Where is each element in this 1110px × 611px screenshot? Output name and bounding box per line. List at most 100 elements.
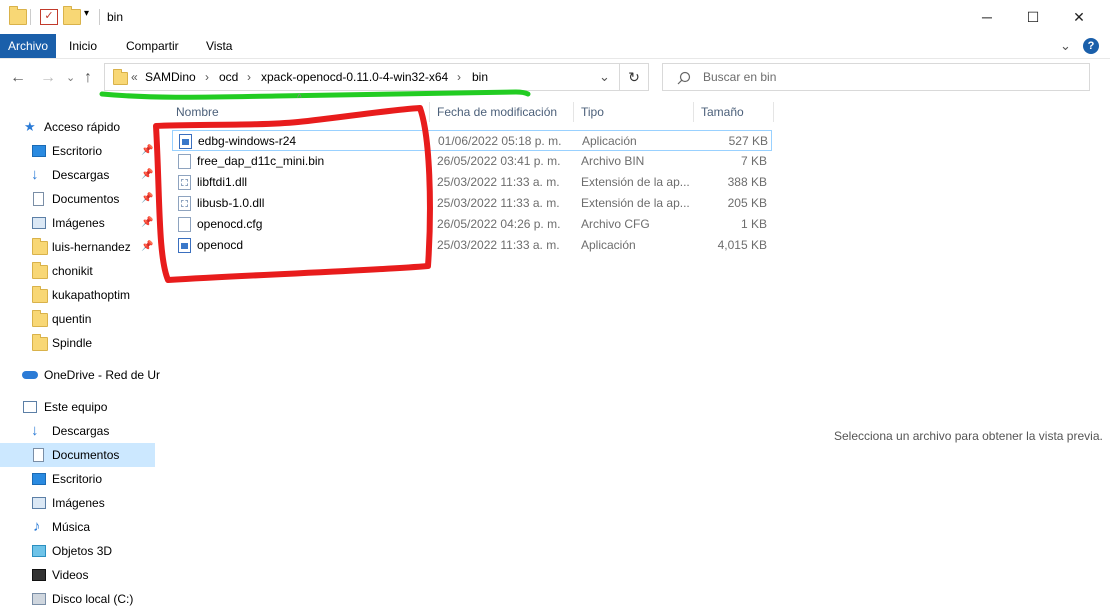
folder-icon — [32, 334, 48, 351]
folder-icon — [32, 286, 48, 303]
pin-icon[interactable]: 📌 — [141, 139, 153, 163]
address-dropdown-icon[interactable]: ⌄ — [599, 69, 610, 85]
minimize-button[interactable]: ─ — [964, 0, 1010, 34]
file-date: 25/03/2022 11:33 a. m. — [437, 238, 560, 252]
column-divider[interactable] — [693, 102, 694, 122]
sidebar-item-luis-hernandez[interactable]: luis-hernandez 📌 — [0, 235, 155, 259]
file-type: Aplicación — [581, 238, 636, 252]
pin-icon[interactable]: 📌 — [141, 235, 153, 259]
sidebar-item-label: Descargas — [52, 168, 110, 182]
sidebar-item-label: Documentos — [52, 192, 120, 206]
breadcrumb-separator: › — [247, 70, 251, 84]
sidebar-item-pc-descargas[interactable]: ↓ Descargas — [0, 419, 155, 443]
sidebar-item-label: Documentos — [52, 448, 120, 462]
column-divider[interactable] — [573, 102, 574, 122]
pin-icon[interactable]: 📌 — [141, 187, 153, 211]
ribbon: Archivo Inicio Compartir Vista ⌄ ? — [0, 34, 1110, 59]
properties-icon[interactable]: ✓ — [40, 9, 58, 25]
sidebar-item-pc-escritorio[interactable]: Escritorio — [0, 467, 155, 491]
up-button[interactable]: ↑ — [84, 69, 92, 87]
sidebar-item-label: Disco local (C:) — [52, 592, 134, 606]
file-size: 527 KB — [728, 134, 768, 148]
divider — [99, 9, 100, 25]
address-overflow-icon[interactable]: « — [131, 70, 138, 84]
cloud-icon — [22, 371, 38, 379]
file-size: 7 KB — [740, 154, 767, 168]
computer-icon — [23, 401, 37, 413]
forward-button[interactable]: → — [40, 69, 56, 87]
pin-icon[interactable]: 📌 — [141, 211, 153, 235]
sidebar-item-imagenes[interactable]: Imágenes 📌 — [0, 211, 155, 235]
maximize-button[interactable]: ☐ — [1010, 0, 1056, 34]
folder-icon — [32, 310, 48, 327]
file-date: 01/06/2022 05:18 p. m. — [438, 134, 562, 148]
videos-icon — [32, 569, 46, 581]
tab-inicio[interactable]: Inicio — [69, 34, 97, 58]
downloads-icon: ↓ — [31, 166, 39, 183]
pictures-icon — [32, 217, 46, 229]
sidebar-item-label: luis-hernandez — [52, 240, 131, 254]
close-button[interactable]: ✕ — [1056, 0, 1102, 34]
refresh-button[interactable]: ↻ — [620, 63, 649, 91]
sidebar-item-pc-objetos-3d[interactable]: Objetos 3D — [0, 539, 155, 563]
breadcrumb-samdino[interactable]: SAMDino — [145, 70, 196, 84]
sidebar-item-quick-access[interactable]: ★ Acceso rápido — [0, 115, 155, 139]
file-type: Archivo CFG — [581, 217, 650, 231]
pin-icon[interactable]: 📌 — [141, 163, 153, 187]
sidebar-item-label: kukapathoptim — [52, 288, 131, 302]
breadcrumb-separator: › — [457, 70, 461, 84]
sidebar-item-label: Música — [52, 520, 91, 534]
search-box[interactable]: Buscar en bin — [662, 63, 1090, 91]
sidebar-item-label: Objetos 3D — [52, 544, 113, 558]
sidebar-item-pc-documentos[interactable]: Documentos — [0, 443, 155, 467]
file-date: 26/05/2022 03:41 p. m. — [437, 154, 561, 168]
star-icon: ★ — [24, 119, 36, 134]
sidebar-item-pc-disco-local[interactable]: Disco local (C:) — [0, 587, 155, 611]
column-divider[interactable] — [773, 102, 774, 122]
column-header-type[interactable]: Tipo — [581, 100, 604, 124]
expand-ribbon-icon[interactable]: ⌄ — [1060, 34, 1071, 58]
sidebar-item-label: Acceso rápido — [44, 120, 121, 134]
breadcrumb-ocd[interactable]: ocd — [219, 70, 238, 84]
tab-vista[interactable]: Vista — [206, 34, 232, 58]
sidebar-item-chonikit[interactable]: chonikit — [0, 259, 155, 283]
file-date: 26/05/2022 04:26 p. m. — [437, 217, 561, 231]
folder-icon[interactable] — [9, 6, 27, 25]
sidebar-item-documentos[interactable]: Documentos 📌 — [0, 187, 155, 211]
file-size: 388 KB — [727, 175, 767, 189]
file-type: Archivo BIN — [581, 154, 645, 168]
sidebar-item-onedrive[interactable]: OneDrive - Red de Ur — [0, 363, 160, 387]
column-header-date[interactable]: Fecha de modificación — [437, 100, 557, 124]
sidebar-item-este-equipo[interactable]: Este equipo — [0, 395, 155, 419]
recent-locations-button[interactable]: ⌄ — [66, 71, 75, 84]
help-icon[interactable]: ? — [1083, 38, 1099, 54]
pictures-icon — [32, 497, 46, 509]
sidebar-item-spindle[interactable]: Spindle — [0, 331, 155, 355]
sidebar-item-quentin[interactable]: quentin — [0, 307, 155, 331]
breadcrumb-separator: › — [205, 70, 209, 84]
sidebar-item-label: Escritorio — [52, 472, 103, 486]
desktop-icon — [32, 145, 46, 157]
sidebar-item-escritorio[interactable]: Escritorio 📌 — [0, 139, 155, 163]
sidebar-item-label: Imágenes — [52, 496, 105, 510]
3d-objects-icon — [32, 545, 46, 557]
column-header-size[interactable]: Tamaño — [701, 100, 744, 124]
back-button[interactable]: ← — [10, 69, 26, 87]
file-size: 4,015 KB — [717, 238, 767, 252]
file-type: Aplicación — [582, 134, 637, 148]
breadcrumb-bin[interactable]: bin — [472, 70, 488, 84]
customize-toolbar-icon[interactable]: ▾ — [84, 8, 89, 19]
sidebar-item-pc-musica[interactable]: ♪ Música — [0, 515, 155, 539]
sidebar-item-kukapathoptim[interactable]: kukapathoptim — [0, 283, 155, 307]
tab-compartir[interactable]: Compartir — [126, 34, 179, 58]
sidebar-item-label: Spindle — [52, 336, 93, 350]
divider — [30, 9, 31, 25]
sidebar-item-descargas[interactable]: ↓ Descargas 📌 — [0, 163, 155, 187]
preview-message: Selecciona un archivo para obtener la vi… — [834, 429, 1103, 443]
breadcrumb-xpack-openocd[interactable]: xpack-openocd-0.11.0-4-win32-x64 — [261, 70, 448, 84]
new-folder-icon[interactable] — [63, 6, 81, 25]
sidebar-item-pc-videos[interactable]: Videos — [0, 563, 155, 587]
tab-archivo[interactable]: Archivo — [0, 34, 57, 58]
sidebar-item-label: chonikit — [52, 264, 93, 278]
sidebar-item-pc-imagenes[interactable]: Imágenes — [0, 491, 155, 515]
